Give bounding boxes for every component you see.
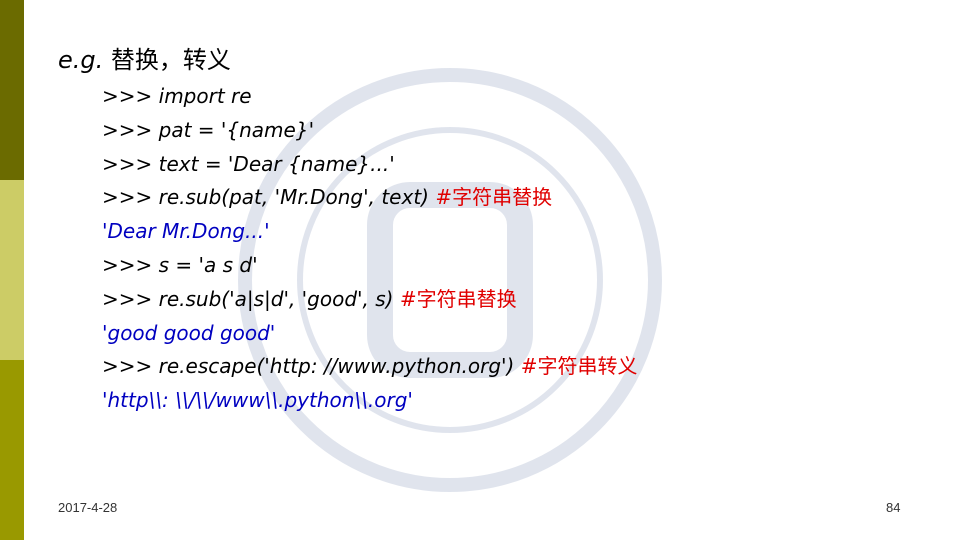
code-comment: #字符串转义 <box>520 354 638 379</box>
slide-title: e.g. 替换，转义 <box>58 40 231 75</box>
code-text: >>> re.sub('a|s|d', 'good', s) <box>102 286 400 311</box>
output-line: 'good good good' <box>102 317 637 351</box>
title-text: 替换，转义 <box>110 46 231 74</box>
code-text: >>> pat = '{name}' <box>102 117 315 142</box>
code-comment: #字符串替换 <box>435 185 553 210</box>
code-line: >>> import re <box>102 80 637 114</box>
code-line: >>> re.escape('http: //www.python.org') … <box>102 350 637 384</box>
code-line: >>> s = 'a s d' <box>102 249 637 283</box>
code-text: >>> import re <box>102 84 252 108</box>
code-text: >>> re.escape('http: //www.python.org') <box>102 354 521 379</box>
code-text: >>> re.sub(pat, 'Mr.Dong', text) <box>102 185 436 210</box>
output-text: 'good good good' <box>102 320 276 345</box>
sidebar-accent-middle <box>0 180 24 360</box>
code-example: >>> import re >>> pat = '{name}' >>> tex… <box>102 80 637 418</box>
title-prefix: e.g. <box>58 46 104 74</box>
output-text: 'http\\: \\/\\/www\\.python\\.org' <box>102 388 413 413</box>
page-number: 84 <box>886 500 901 515</box>
code-line: >>> pat = '{name}' <box>102 114 637 148</box>
output-text: 'Dear Mr.Dong...' <box>102 219 270 244</box>
footer-date: 2017-4-28 <box>58 500 118 515</box>
code-line: >>> re.sub('a|s|d', 'good', s) #字符串替换 <box>102 283 637 317</box>
sidebar-accent-bottom <box>0 360 24 540</box>
code-line: >>> re.sub(pat, 'Mr.Dong', text) #字符串替换 <box>102 181 637 215</box>
output-line: 'http\\: \\/\\/www\\.python\\.org' <box>102 384 637 418</box>
output-line: 'Dear Mr.Dong...' <box>102 215 637 249</box>
code-comment: #字符串替换 <box>399 286 517 311</box>
code-line: >>> text = 'Dear {name}...' <box>102 148 637 182</box>
code-text: >>> text = 'Dear {name}...' <box>102 151 395 176</box>
sidebar-accent-top <box>0 0 24 180</box>
code-text: >>> s = 'a s d' <box>102 252 258 277</box>
